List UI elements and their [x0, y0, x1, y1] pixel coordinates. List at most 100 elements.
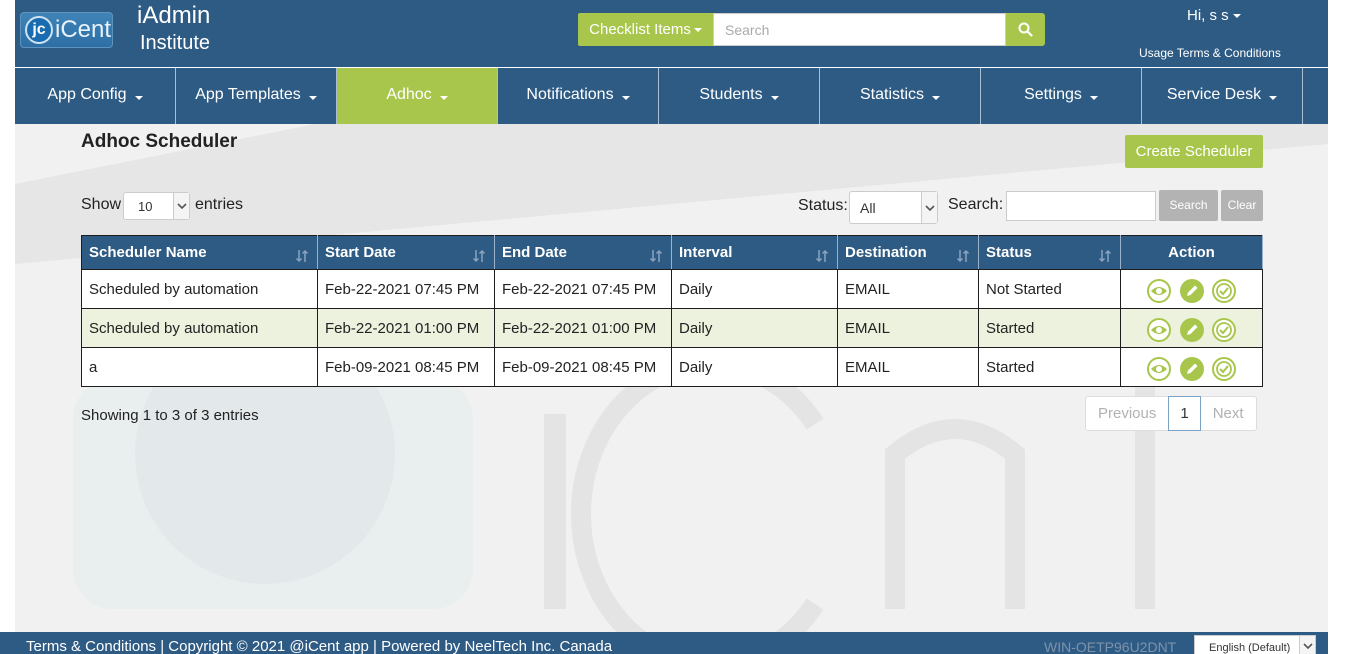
footer: Terms & Conditions | Copyright © 2021 @i… [0, 632, 1328, 654]
cell-actions [1120, 308, 1263, 348]
cell-start-date: Feb-22-2021 07:45 PM [317, 269, 495, 309]
user-greeting-text: Hi, s s [1187, 7, 1229, 24]
cell-destination: EMAIL [837, 269, 979, 309]
language-select-value: English (Default) [1209, 642, 1291, 654]
logo-mark: jc [25, 16, 53, 44]
user-menu[interactable]: Hi, s s [1187, 7, 1241, 24]
cell-interval: Daily [671, 269, 838, 309]
cell-destination: EMAIL [837, 347, 979, 387]
column-header-end-date[interactable]: End Date [494, 235, 672, 270]
cell-interval: Daily [671, 308, 838, 348]
column-header-label: Interval [679, 244, 733, 261]
cell-status: Not Started [978, 269, 1121, 309]
chevron-down-icon [1303, 643, 1313, 650]
entries-per-page-value: 10 [138, 199, 153, 214]
caret-down-icon [621, 95, 630, 100]
pagination: Previous 1 Next [1085, 396, 1257, 431]
view-eye-icon[interactable] [1147, 318, 1172, 342]
pagination-next[interactable]: Next [1201, 397, 1256, 430]
column-header-start-date[interactable]: Start Date [317, 235, 495, 270]
cell-actions [1120, 347, 1263, 387]
create-scheduler-button[interactable]: Create Scheduler [1125, 135, 1263, 168]
sort-icon [956, 249, 970, 263]
column-header-interval[interactable]: Interval [671, 235, 838, 270]
nav-item-label: Notifications [526, 86, 614, 103]
checklist-items-dropdown[interactable]: Checklist Items [578, 13, 713, 46]
brand-subtitle: Institute [140, 32, 211, 54]
nav-item-adhoc[interactable]: Adhoc [337, 68, 498, 124]
nav-item-statistics[interactable]: Statistics [820, 68, 981, 124]
view-eye-icon[interactable] [1147, 279, 1172, 303]
approve-check-circle-icon[interactable] [1211, 318, 1236, 342]
cell-actions [1120, 269, 1263, 309]
nav-item-label: Adhoc [386, 86, 432, 103]
status-filter-value: All [860, 200, 876, 216]
cell-end-date: Feb-22-2021 07:45 PM [494, 269, 672, 309]
main-nav: App Config App Templates Adhoc Notificat… [15, 68, 1328, 124]
caret-down-icon [1232, 14, 1241, 19]
nav-item-label: Settings [1024, 86, 1082, 103]
sort-icon [472, 249, 486, 263]
nav-item-app-config[interactable]: App Config [15, 68, 176, 124]
table-row: Scheduled by automation Feb-22-2021 01:0… [81, 308, 1263, 348]
nav-item-label: App Templates [195, 86, 301, 103]
column-header-destination[interactable]: Destination [837, 235, 979, 270]
column-header-scheduler-name[interactable]: Scheduler Name [81, 235, 318, 270]
nav-item-notifications[interactable]: Notifications [498, 68, 659, 124]
checklist-items-label: Checklist Items [589, 21, 691, 38]
table-search-button[interactable]: Search [1159, 190, 1218, 221]
logo-text: iCent [55, 16, 112, 43]
table-header-row: Scheduler Name Start Date End Date Inter… [81, 235, 1263, 270]
edit-pencil-icon[interactable] [1179, 279, 1204, 303]
chevron-down-icon [925, 204, 935, 211]
usage-terms-link[interactable]: Usage Terms & Conditions [1139, 46, 1281, 60]
column-header-action: Action [1120, 235, 1263, 270]
main-content: Adhoc Scheduler Create Scheduler Show 10… [15, 124, 1328, 632]
column-header-label: Destination [845, 244, 927, 261]
page: jc iCent iAdmin Institute Checklist Item… [0, 0, 1360, 654]
table-search-label: Search: [948, 196, 1004, 213]
column-header-label: Start Date [325, 244, 396, 261]
table-row: Scheduled by automation Feb-22-2021 07:4… [81, 269, 1263, 309]
caret-down-icon [1089, 95, 1098, 100]
app-logo[interactable]: jc iCent [20, 12, 113, 48]
nav-item-app-templates[interactable]: App Templates [176, 68, 337, 124]
sort-icon [1098, 249, 1112, 263]
pagination-previous[interactable]: Previous [1086, 397, 1168, 430]
cell-end-date: Feb-22-2021 01:00 PM [494, 308, 672, 348]
show-label: Show [81, 196, 122, 213]
header-search-input[interactable] [713, 13, 1006, 46]
pagination-page-1[interactable]: 1 [1168, 396, 1201, 431]
nav-item-service-desk[interactable]: Service Desk [1142, 68, 1303, 124]
cell-interval: Daily [671, 347, 838, 387]
approve-check-circle-icon[interactable] [1211, 279, 1236, 303]
nav-item-settings[interactable]: Settings [981, 68, 1142, 124]
entries-label: entries [195, 196, 244, 213]
nav-item-students[interactable]: Students [659, 68, 820, 124]
edit-pencil-icon[interactable] [1179, 318, 1204, 342]
cell-start-date: Feb-22-2021 01:00 PM [317, 308, 495, 348]
select-arrow [1299, 636, 1315, 654]
sort-icon [649, 249, 663, 263]
header-search-button[interactable] [1006, 13, 1045, 46]
column-header-label: Scheduler Name [89, 244, 207, 261]
status-filter-select[interactable]: All [849, 191, 938, 224]
brand-title: iAdmin [137, 2, 211, 29]
column-header-status[interactable]: Status [978, 235, 1121, 270]
table-info-text: Showing 1 to 3 of 3 entries [81, 407, 259, 424]
select-arrow [921, 192, 937, 223]
caret-down-icon [1269, 95, 1278, 100]
entries-per-page-select[interactable]: 10 [123, 192, 190, 220]
table-clear-button[interactable]: Clear [1221, 190, 1263, 221]
cell-status: Started [978, 308, 1121, 348]
nav-item-label: Service Desk [1166, 86, 1262, 103]
nav-item-label: Statistics [859, 86, 924, 103]
page-title: Adhoc Scheduler [81, 131, 238, 152]
cell-end-date: Feb-09-2021 08:45 PM [494, 347, 672, 387]
approve-check-circle-icon[interactable] [1211, 357, 1236, 381]
table-search-input[interactable] [1006, 191, 1156, 221]
language-select[interactable]: English (Default) [1194, 635, 1316, 654]
edit-pencil-icon[interactable] [1179, 357, 1204, 381]
view-eye-icon[interactable] [1147, 357, 1172, 381]
search-icon [1018, 22, 1033, 37]
